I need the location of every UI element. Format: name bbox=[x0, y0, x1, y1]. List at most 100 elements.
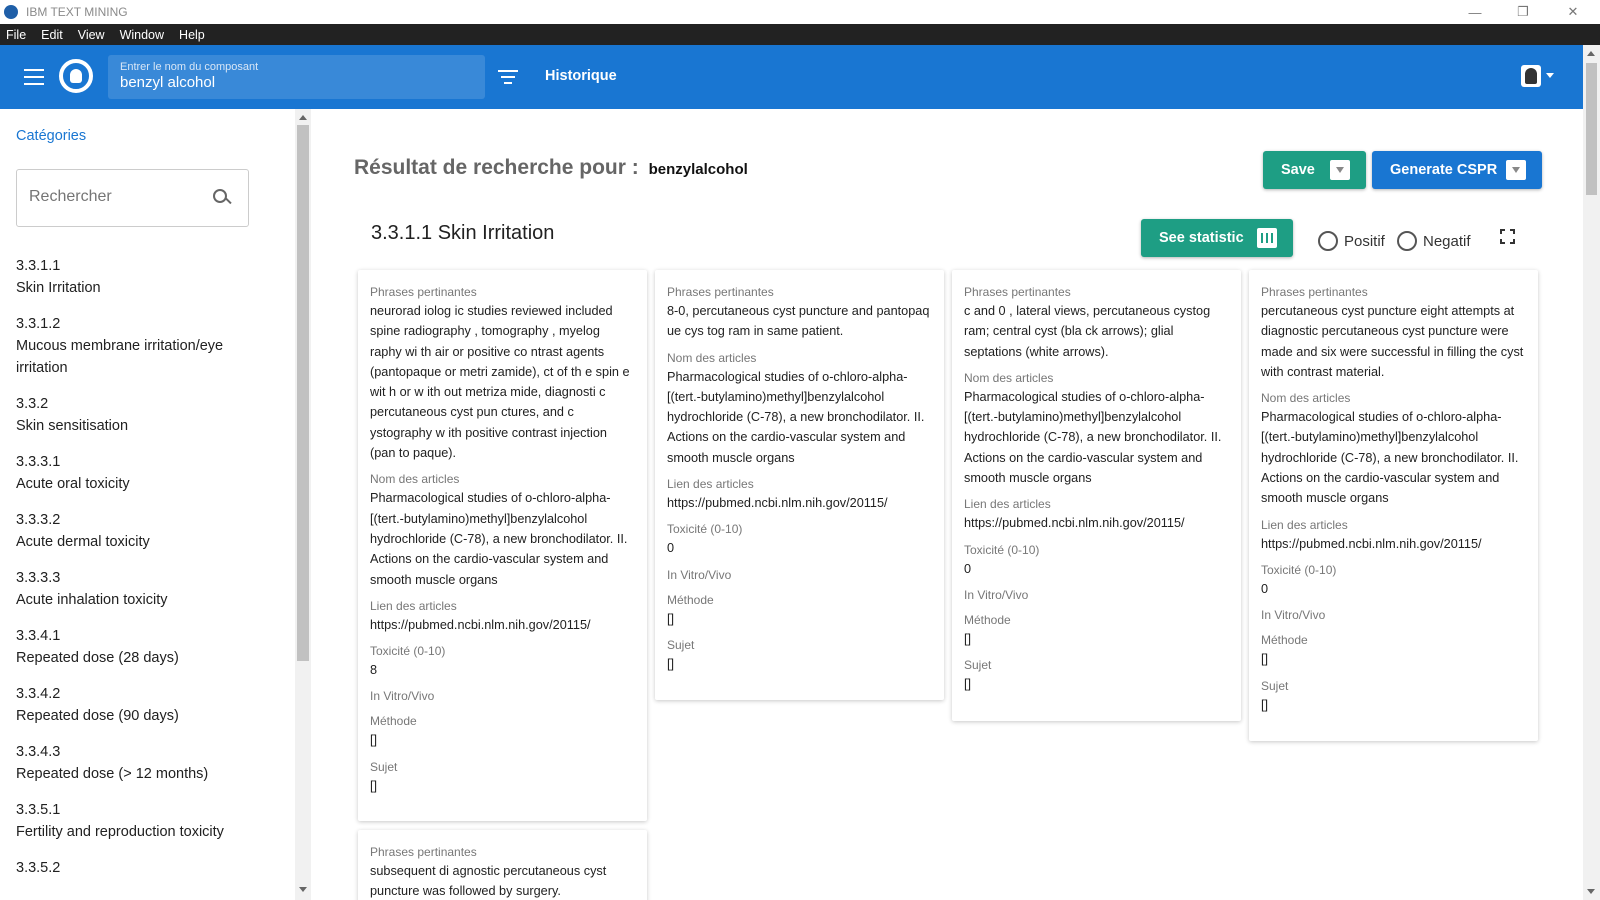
category-label: Acute inhalation toxicity bbox=[16, 592, 168, 608]
radio-negatif[interactable]: Negatif bbox=[1397, 231, 1471, 251]
window-scrollbar[interactable] bbox=[1583, 45, 1600, 900]
article-name: Pharmacological studies of o-chloro-alph… bbox=[370, 491, 628, 587]
subject-value: [] bbox=[964, 677, 972, 692]
phrases-text: c and 0 , lateral views, percutaneous cy… bbox=[964, 304, 1211, 359]
sidebar: Catégories 3.3.1.1 Skin Irritation 3.3.1.… bbox=[0, 109, 295, 900]
category-number: 3.3.3.3 bbox=[16, 570, 61, 586]
list-item[interactable]: 3.3.3.2 Acute dermal toxicity bbox=[16, 509, 266, 553]
scroll-down-icon[interactable] bbox=[1587, 889, 1595, 894]
method-label: Méthode bbox=[667, 592, 714, 607]
article-link[interactable]: https://pubmed.ncbi.nlm.nih.gov/20115/ bbox=[964, 513, 1229, 533]
window-title: IBM TEXT MINING bbox=[26, 5, 128, 19]
scroll-up-icon[interactable] bbox=[1587, 51, 1595, 56]
menu-edit[interactable]: Edit bbox=[41, 28, 63, 42]
toxicity-label: Toxicité (0-10) bbox=[1261, 562, 1337, 577]
category-search[interactable] bbox=[16, 169, 249, 227]
radio-circle-icon[interactable] bbox=[1318, 231, 1338, 251]
minimize-icon[interactable]: — bbox=[1452, 0, 1498, 24]
github-icon[interactable] bbox=[59, 59, 93, 93]
result-card: Phrases pertinantes c and 0 , lateral vi… bbox=[952, 270, 1241, 721]
filter-icon[interactable] bbox=[498, 70, 518, 84]
close-icon[interactable]: ✕ bbox=[1550, 0, 1596, 24]
list-item[interactable]: 3.3.4.3 Repeated dose (> 12 months) bbox=[16, 741, 266, 785]
list-item[interactable]: 3.3.4.1 Repeated dose (28 days) bbox=[16, 625, 266, 669]
category-number: 3.3.3.1 bbox=[16, 454, 61, 470]
list-item[interactable]: 3.3.5.1 Fertility and reproduction toxici… bbox=[16, 799, 266, 843]
search-icon[interactable] bbox=[213, 189, 231, 207]
list-item[interactable]: 3.3.2 Skin sensitisation bbox=[16, 393, 266, 437]
category-label: Skin sensitisation bbox=[16, 418, 129, 434]
compound-search-value[interactable]: benzyl alcohol bbox=[120, 74, 473, 91]
compound-search-label: Entrer le nom du composant bbox=[120, 61, 259, 73]
download-icon bbox=[1330, 160, 1350, 180]
avatar[interactable] bbox=[1521, 65, 1541, 87]
window-scrollbar-thumb[interactable] bbox=[1586, 63, 1597, 195]
category-label: Acute oral toxicity bbox=[16, 476, 130, 492]
historique-link[interactable]: Historique bbox=[545, 68, 617, 84]
scroll-up-icon[interactable] bbox=[299, 115, 307, 120]
subject-value: [] bbox=[370, 778, 378, 793]
articles-label: Nom des articles bbox=[964, 370, 1054, 385]
article-link[interactable]: https://pubmed.ncbi.nlm.nih.gov/20115/ bbox=[1261, 534, 1526, 554]
list-item[interactable]: 3.3.1.2 Mucous membrane irritation/eye ir… bbox=[16, 313, 266, 379]
menu-file[interactable]: File bbox=[6, 28, 26, 42]
method-value: [] bbox=[370, 733, 378, 748]
method-label: Méthode bbox=[964, 612, 1011, 627]
phrases-label: Phrases pertinantes bbox=[1261, 285, 1368, 299]
list-item[interactable]: 3.3.3.1 Acute oral toxicity bbox=[16, 451, 266, 495]
sidebar-scrollbar-thumb[interactable] bbox=[297, 125, 309, 661]
category-label: Repeated dose (28 days) bbox=[16, 650, 179, 666]
categories-title: Catégories bbox=[16, 128, 87, 144]
result-card: Phrases pertinantes subsequent di agnost… bbox=[358, 830, 647, 900]
links-label: Lien des articles bbox=[370, 598, 457, 613]
menu-icon[interactable] bbox=[24, 69, 44, 85]
restore-icon[interactable]: ❐ bbox=[1500, 0, 1546, 24]
save-button[interactable]: Save bbox=[1263, 151, 1366, 189]
method-value: [] bbox=[1261, 652, 1269, 667]
chevron-down-icon[interactable] bbox=[1546, 73, 1554, 78]
article-name: Pharmacological studies of o-chloro-alph… bbox=[667, 369, 925, 465]
article-link[interactable]: https://pubmed.ncbi.nlm.nih.gov/20115/ bbox=[370, 615, 635, 635]
list-item[interactable]: 3.3.4.2 Repeated dose (90 days) bbox=[16, 683, 266, 727]
phrases-label: Phrases pertinantes bbox=[964, 285, 1071, 299]
compound-search-field[interactable]: Entrer le nom du composant benzyl alcoho… bbox=[108, 55, 485, 99]
links-label: Lien des articles bbox=[964, 497, 1051, 512]
list-item[interactable]: 3.3.3.3 Acute inhalation toxicity bbox=[16, 567, 266, 611]
category-label: Mucous membrane irritation/eye irritatio… bbox=[16, 338, 224, 376]
list-item[interactable]: 3.3.5.2 bbox=[16, 857, 266, 879]
method-label: Méthode bbox=[1261, 633, 1308, 648]
vitro-vivo-label: In Vitro/Vivo bbox=[1261, 608, 1326, 623]
menu-help[interactable]: Help bbox=[179, 28, 205, 42]
vitro-vivo-label: In Vitro/Vivo bbox=[667, 567, 732, 582]
subject-label: Sujet bbox=[370, 759, 398, 774]
category-number: 3.3.2 bbox=[16, 396, 49, 412]
download-icon bbox=[1506, 160, 1526, 180]
result-card: Phrases pertinantes neurorad iolog ic st… bbox=[358, 270, 647, 821]
generate-cspr-button[interactable]: Generate CSPR bbox=[1372, 151, 1542, 189]
sidebar-scrollbar[interactable] bbox=[295, 109, 311, 900]
fullscreen-icon[interactable] bbox=[1500, 229, 1515, 244]
category-list: 3.3.1.1 Skin Irritation 3.3.1.2 Mucous mem… bbox=[16, 255, 266, 893]
category-label: Acute dermal toxicity bbox=[16, 534, 150, 550]
see-statistic-button[interactable]: See statistic bbox=[1141, 219, 1293, 257]
scroll-down-icon[interactable] bbox=[299, 887, 307, 892]
list-item[interactable]: 3.3.1.1 Skin Irritation bbox=[16, 255, 266, 299]
category-search-input[interactable] bbox=[29, 188, 199, 206]
generate-cspr-label: Generate CSPR bbox=[1390, 162, 1498, 178]
phrases-label: Phrases pertinantes bbox=[370, 845, 477, 859]
method-label: Méthode bbox=[370, 714, 417, 729]
radio-circle-icon[interactable] bbox=[1397, 231, 1417, 251]
category-number: 3.3.5.2 bbox=[16, 860, 61, 876]
menu-view[interactable]: View bbox=[78, 28, 105, 42]
see-statistic-label: See statistic bbox=[1159, 230, 1244, 246]
category-number: 3.3.4.2 bbox=[16, 686, 61, 702]
subject-value: [] bbox=[1261, 697, 1269, 712]
radio-positif[interactable]: Positif bbox=[1318, 231, 1385, 251]
menu-window[interactable]: Window bbox=[120, 28, 164, 42]
phrases-text: 8-0, percutaneous cyst puncture and pant… bbox=[667, 304, 930, 339]
articles-label: Nom des articles bbox=[1261, 391, 1351, 406]
article-link[interactable]: https://pubmed.ncbi.nlm.nih.gov/20115/ bbox=[667, 493, 932, 513]
category-label: Repeated dose (90 days) bbox=[16, 708, 179, 724]
menu-bar: File Edit View Window Help bbox=[0, 24, 1600, 45]
category-number: 3.3.5.1 bbox=[16, 802, 61, 818]
